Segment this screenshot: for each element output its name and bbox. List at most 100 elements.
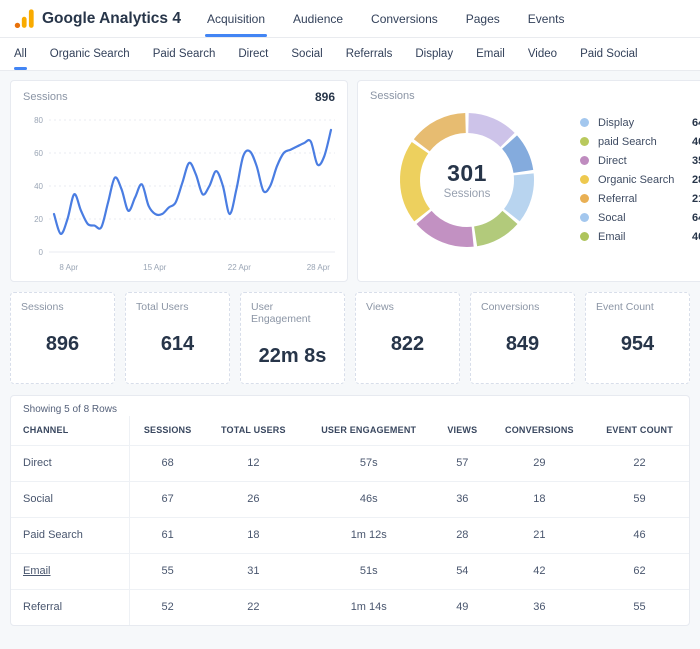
column-header-views[interactable]: Views [436,416,489,446]
table-row-referral[interactable]: Referral 52 22 1m 14s 49 36 55 [11,589,689,625]
table-header-row: Channel Sessions Total Users User Engagemen… [11,416,689,446]
filter-item-email[interactable]: Email [476,38,505,70]
legend-label: Direct [598,154,627,167]
sessions-donut-card: Sessions 301 Sessions Display 64 paid Sear… [357,80,700,282]
metric-cell: 12 [247,457,260,469]
tab-acquisition[interactable]: Acquisition [204,0,268,37]
channel-label: Social [23,493,53,505]
svg-text:28 Apr: 28 Apr [307,263,330,272]
metric-cell: 55 [633,601,646,613]
legend-label: Organic Search [598,173,675,186]
kpi-label: Views [366,301,394,313]
donut-wrap: 301 Sessions Display 64 paid Search 40 Direc… [370,102,700,255]
filter-item-display[interactable]: Display [415,38,453,70]
legend-dot-icon [580,175,589,184]
column-header-sessions[interactable]: Sessions [130,416,206,446]
column-header-event-count[interactable]: Event Count [590,416,689,446]
metric-cell: 31 [247,565,260,577]
channel-cell[interactable]: Direct [11,445,131,482]
kpi-label: User Engagement [251,301,311,325]
metric-cell: 42 [533,565,546,577]
tab-events[interactable]: Events [528,0,565,37]
kpi-value: 614 [160,333,195,355]
kpi-value: 896 [45,333,80,355]
metric-cell: 54 [456,565,469,577]
metric-cell: 57s [359,457,378,469]
legend-item-paid-search: paid Search 40 [580,136,700,148]
kpi-value: 849 [505,333,540,355]
tab-audience[interactable]: Audience [293,0,343,37]
metric-cell: 21 [533,529,546,541]
legend-dot-icon [580,118,589,127]
metric-cell: 55 [161,565,174,577]
kpi-label: Event Count [596,301,654,313]
legend-value: 40 [692,135,700,148]
legend-item-organic-search: Organic Search 28 [580,174,700,186]
tab-pages[interactable]: Pages [466,0,500,37]
filter-bar: All Organic Search Paid Search Direct Social… [0,38,700,71]
column-header-channel[interactable]: Channel [11,416,131,446]
kpi-card-views: Views 822 [355,292,460,384]
filter-item-paid-social[interactable]: Paid Social [580,38,638,70]
channels-table-card: Showing 5 of 8 Rows Channel Sessions Total… [10,395,690,626]
donut-card-header: Sessions [370,90,700,102]
column-header-user-engagement[interactable]: User Engagement [302,416,436,446]
line-card-header: Sessions 896 [23,90,335,104]
channel-label: Direct [23,457,52,469]
metric-cell: 1m 14s [350,601,387,613]
channel-cell[interactable]: Paid Search [11,517,131,554]
sessions-line-chart: 0 20 40 60 80 8 Apr 15 Apr 22 Apr 28 Apr [34,116,335,272]
channel-label: Email [23,565,51,577]
channels-table-head: Channel Sessions Total Users User Engagemen… [11,416,689,446]
sessions-donut-chart [400,113,534,247]
kpi-label: Sessions [21,301,64,313]
column-header-conversions[interactable]: Conversions [489,416,590,446]
filter-item-all[interactable]: All [14,38,27,70]
channels-table: Channel Sessions Total Users User Engagemen… [11,416,689,625]
legend-dot-icon [580,156,589,165]
filter-item-organic-search[interactable]: Organic Search [50,38,130,70]
legend-item-email: Email 40 [580,231,700,243]
filter-item-referrals[interactable]: Referrals [346,38,393,70]
table-row-social[interactable]: Social 67 26 46s 36 18 59 [11,481,689,518]
legend-item-direct: Direct 35 [580,155,700,167]
channel-cell[interactable]: Referral [11,589,131,625]
legend-value: 28 [692,173,700,186]
svg-text:15 Apr: 15 Apr [143,263,166,272]
metric-cell: 46 [633,529,646,541]
metric-cell: 1m 12s [350,529,387,541]
filter-item-direct[interactable]: Direct [238,38,268,70]
metric-cell: 49 [456,601,469,613]
legend-dot-icon [580,137,589,146]
brand-name: Google Analytics 4 [42,9,181,27]
channel-label: Referral [23,601,63,613]
kpi-value: 22m 8s [258,345,327,367]
table-row-email[interactable]: Email 55 31 51s 54 42 62 [11,553,689,590]
tab-conversions[interactable]: Conversions [371,0,438,37]
svg-text:22 Apr: 22 Apr [228,263,251,272]
legend-value: 64 [692,211,700,224]
charts-row: Sessions 896 0 20 40 60 80 8 Apr 15 Apr 22 Apr 2… [10,80,700,282]
column-header-total-users[interactable]: Total Users [205,416,301,446]
top-navigation: Google Analytics 4 Acquisition Audience Co… [0,0,700,38]
legend-dot-icon [580,232,589,241]
legend-value: 64 [692,116,700,129]
brand: Google Analytics 4 [14,0,181,37]
line-card-title: Sessions [23,91,68,103]
table-row-paid-search[interactable]: Paid Search 61 18 1m 12s 28 21 46 [11,517,689,554]
line-card-total: 896 [314,90,335,104]
metric-cell: 52 [161,601,174,613]
channel-cell[interactable]: Social [11,481,131,518]
metric-cell: 51s [359,565,378,577]
metric-cell: 46s [359,493,378,505]
svg-text:60: 60 [34,149,43,158]
main-nav: Acquisition Audience Conversions Pages Event… [204,0,565,37]
legend-dot-icon [580,194,589,203]
svg-text:0: 0 [39,248,44,257]
channel-cell[interactable]: Email [11,553,131,590]
filter-item-social[interactable]: Social [291,38,322,70]
table-row-direct[interactable]: Direct 68 12 57s 57 29 22 [11,445,689,482]
filter-item-paid-search[interactable]: Paid Search [153,38,216,70]
metric-cell: 36 [456,493,469,505]
filter-item-video[interactable]: Video [528,38,557,70]
